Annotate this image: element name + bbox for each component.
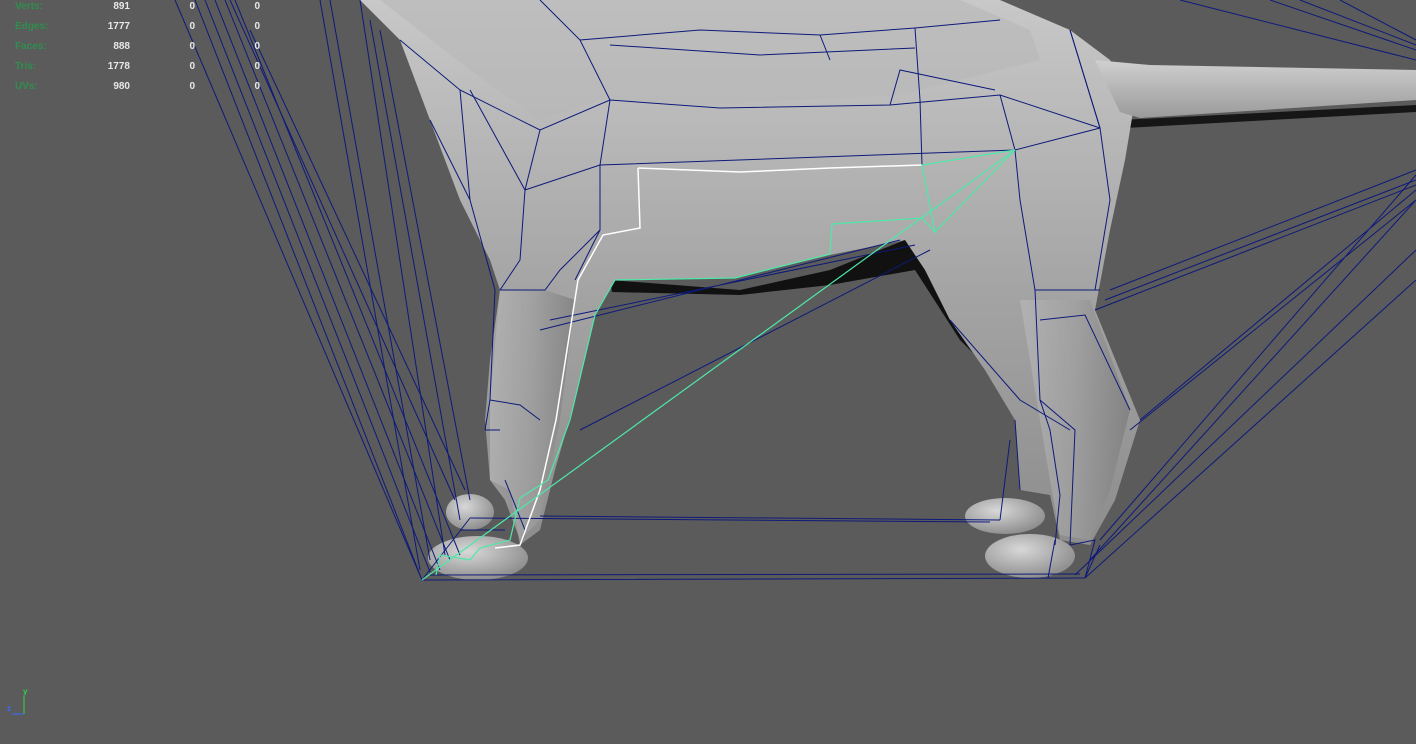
hind-paw-right	[985, 534, 1075, 578]
hud-row-uvs: UVs: 980 0 0	[0, 80, 270, 94]
hud-row-faces: Faces: 888 0 0	[0, 40, 270, 54]
axis-z-label: z	[7, 704, 11, 713]
hud-selected: 0	[189, 1, 195, 12]
hud-row-tris: Tris: 1778 0 0	[0, 60, 270, 74]
hud-component: 0	[254, 61, 260, 72]
hud-selected: 0	[189, 61, 195, 72]
hud-component: 0	[254, 1, 260, 12]
hud-row-edges: Edges: 1777 0 0	[0, 20, 270, 34]
hud-total: 1777	[107, 21, 130, 32]
hud-label: UVs:	[15, 81, 38, 92]
3d-viewport[interactable]: Verts: 891 0 0 Edges: 1777 0 0 Faces: 88…	[0, 0, 1416, 739]
hud-selected: 0	[189, 21, 195, 32]
hud-label: Verts:	[15, 1, 43, 12]
hud-row-verts: Verts: 891 0 0	[0, 0, 270, 14]
hud-total: 980	[113, 81, 130, 92]
hud-label: Edges:	[15, 21, 49, 32]
axis-y-label: y	[23, 687, 28, 696]
hud-component: 0	[254, 41, 260, 52]
hud-total: 891	[113, 1, 130, 12]
hud-selected: 0	[189, 81, 195, 92]
axis-gizmo: y z	[4, 686, 34, 720]
hud-label: Faces:	[15, 41, 47, 52]
hud-total: 1778	[107, 61, 130, 72]
hud-label: Tris:	[15, 61, 37, 72]
hud-selected: 0	[189, 41, 195, 52]
hud-component: 0	[254, 21, 260, 32]
axis-gizmo-icon	[12, 696, 25, 715]
heads-up-display-poly-count: Verts: 891 0 0 Edges: 1777 0 0 Faces: 88…	[0, 0, 280, 100]
hind-paw-left	[965, 498, 1045, 534]
hud-total: 888	[113, 41, 130, 52]
hud-component: 0	[254, 81, 260, 92]
viewport-scene	[174, 0, 1416, 581]
